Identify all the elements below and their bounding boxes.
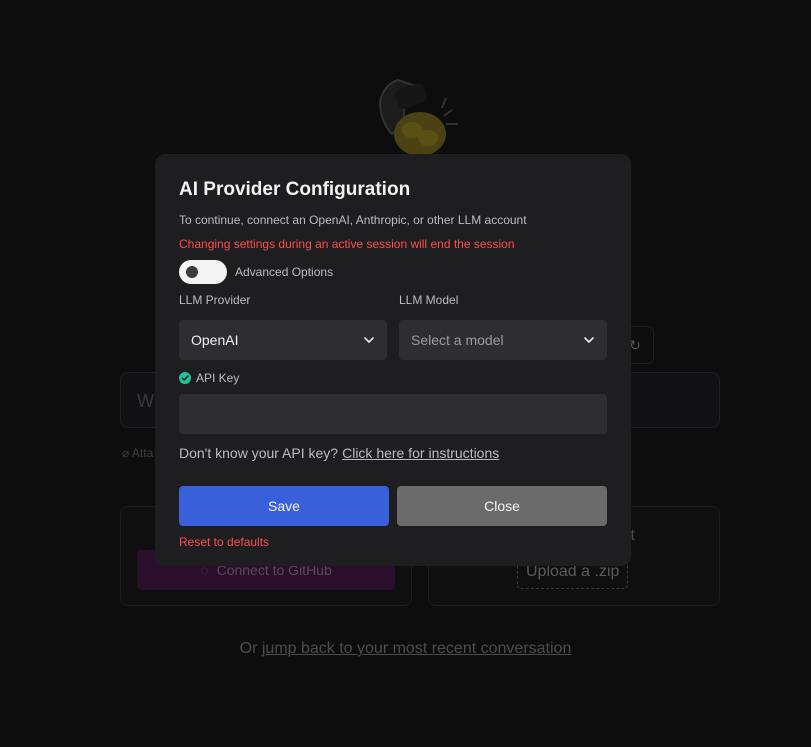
api-key-label-row: API Key [179, 370, 607, 386]
advanced-options-label: Advanced Options [235, 265, 334, 279]
advanced-options-toggle[interactable] [179, 260, 227, 284]
ai-provider-modal: AI Provider Configuration To continue, c… [155, 154, 631, 566]
paperclip-icon: ⌀ [122, 446, 130, 460]
api-key-label: API Key [196, 371, 240, 385]
chevron-down-icon [364, 337, 374, 343]
llm-model-label: LLM Model [399, 293, 459, 307]
save-button[interactable]: Save [179, 486, 389, 526]
modal-actions: Save Close [179, 486, 607, 526]
llm-provider-select[interactable]: OpenAI [179, 320, 387, 360]
llm-model-select[interactable]: Select a model [399, 320, 607, 360]
recent-prefix: Or [239, 640, 262, 657]
modal-subtitle: To continue, connect an OpenAI, Anthropi… [179, 213, 527, 227]
api-key-instructions-link[interactable]: Click here for instructions [342, 445, 499, 461]
reset-defaults-link[interactable]: Reset to defaults [179, 534, 607, 550]
llm-provider-field: LLM Provider OpenAI [179, 292, 387, 360]
llm-model-field: LLM Model Select a model [399, 292, 607, 360]
provider-model-fields: LLM Provider OpenAI LLM Model Select a m… [179, 292, 607, 360]
recent-conversation-line: Or jump back to your most recent convers… [0, 640, 811, 658]
attach-label: Atta [131, 446, 154, 460]
close-button[interactable]: Close [397, 486, 607, 526]
attach-button[interactable]: ⌀ Atta [122, 446, 153, 460]
api-key-help: Don't know your API key? Click here for i… [179, 444, 607, 462]
recent-conversation-link[interactable]: jump back to your most recent conversati… [262, 640, 571, 657]
llm-provider-value: OpenAI [191, 332, 239, 348]
check-circle-icon [179, 372, 191, 384]
llm-model-placeholder: Select a model [411, 332, 504, 348]
session-warning: Changing settings during an active sessi… [179, 237, 515, 251]
toggle-knob [186, 266, 198, 278]
chef-hat-hands-icon [378, 78, 458, 156]
api-key-input[interactable] [179, 394, 607, 434]
advanced-options-row: Advanced Options [179, 260, 607, 284]
llm-provider-label: LLM Provider [179, 293, 251, 307]
chevron-down-icon [584, 337, 594, 343]
api-key-help-text: Don't know your API key? [179, 445, 339, 461]
modal-title: AI Provider Configuration [179, 179, 411, 200]
upload-card-title: t [630, 527, 635, 544]
